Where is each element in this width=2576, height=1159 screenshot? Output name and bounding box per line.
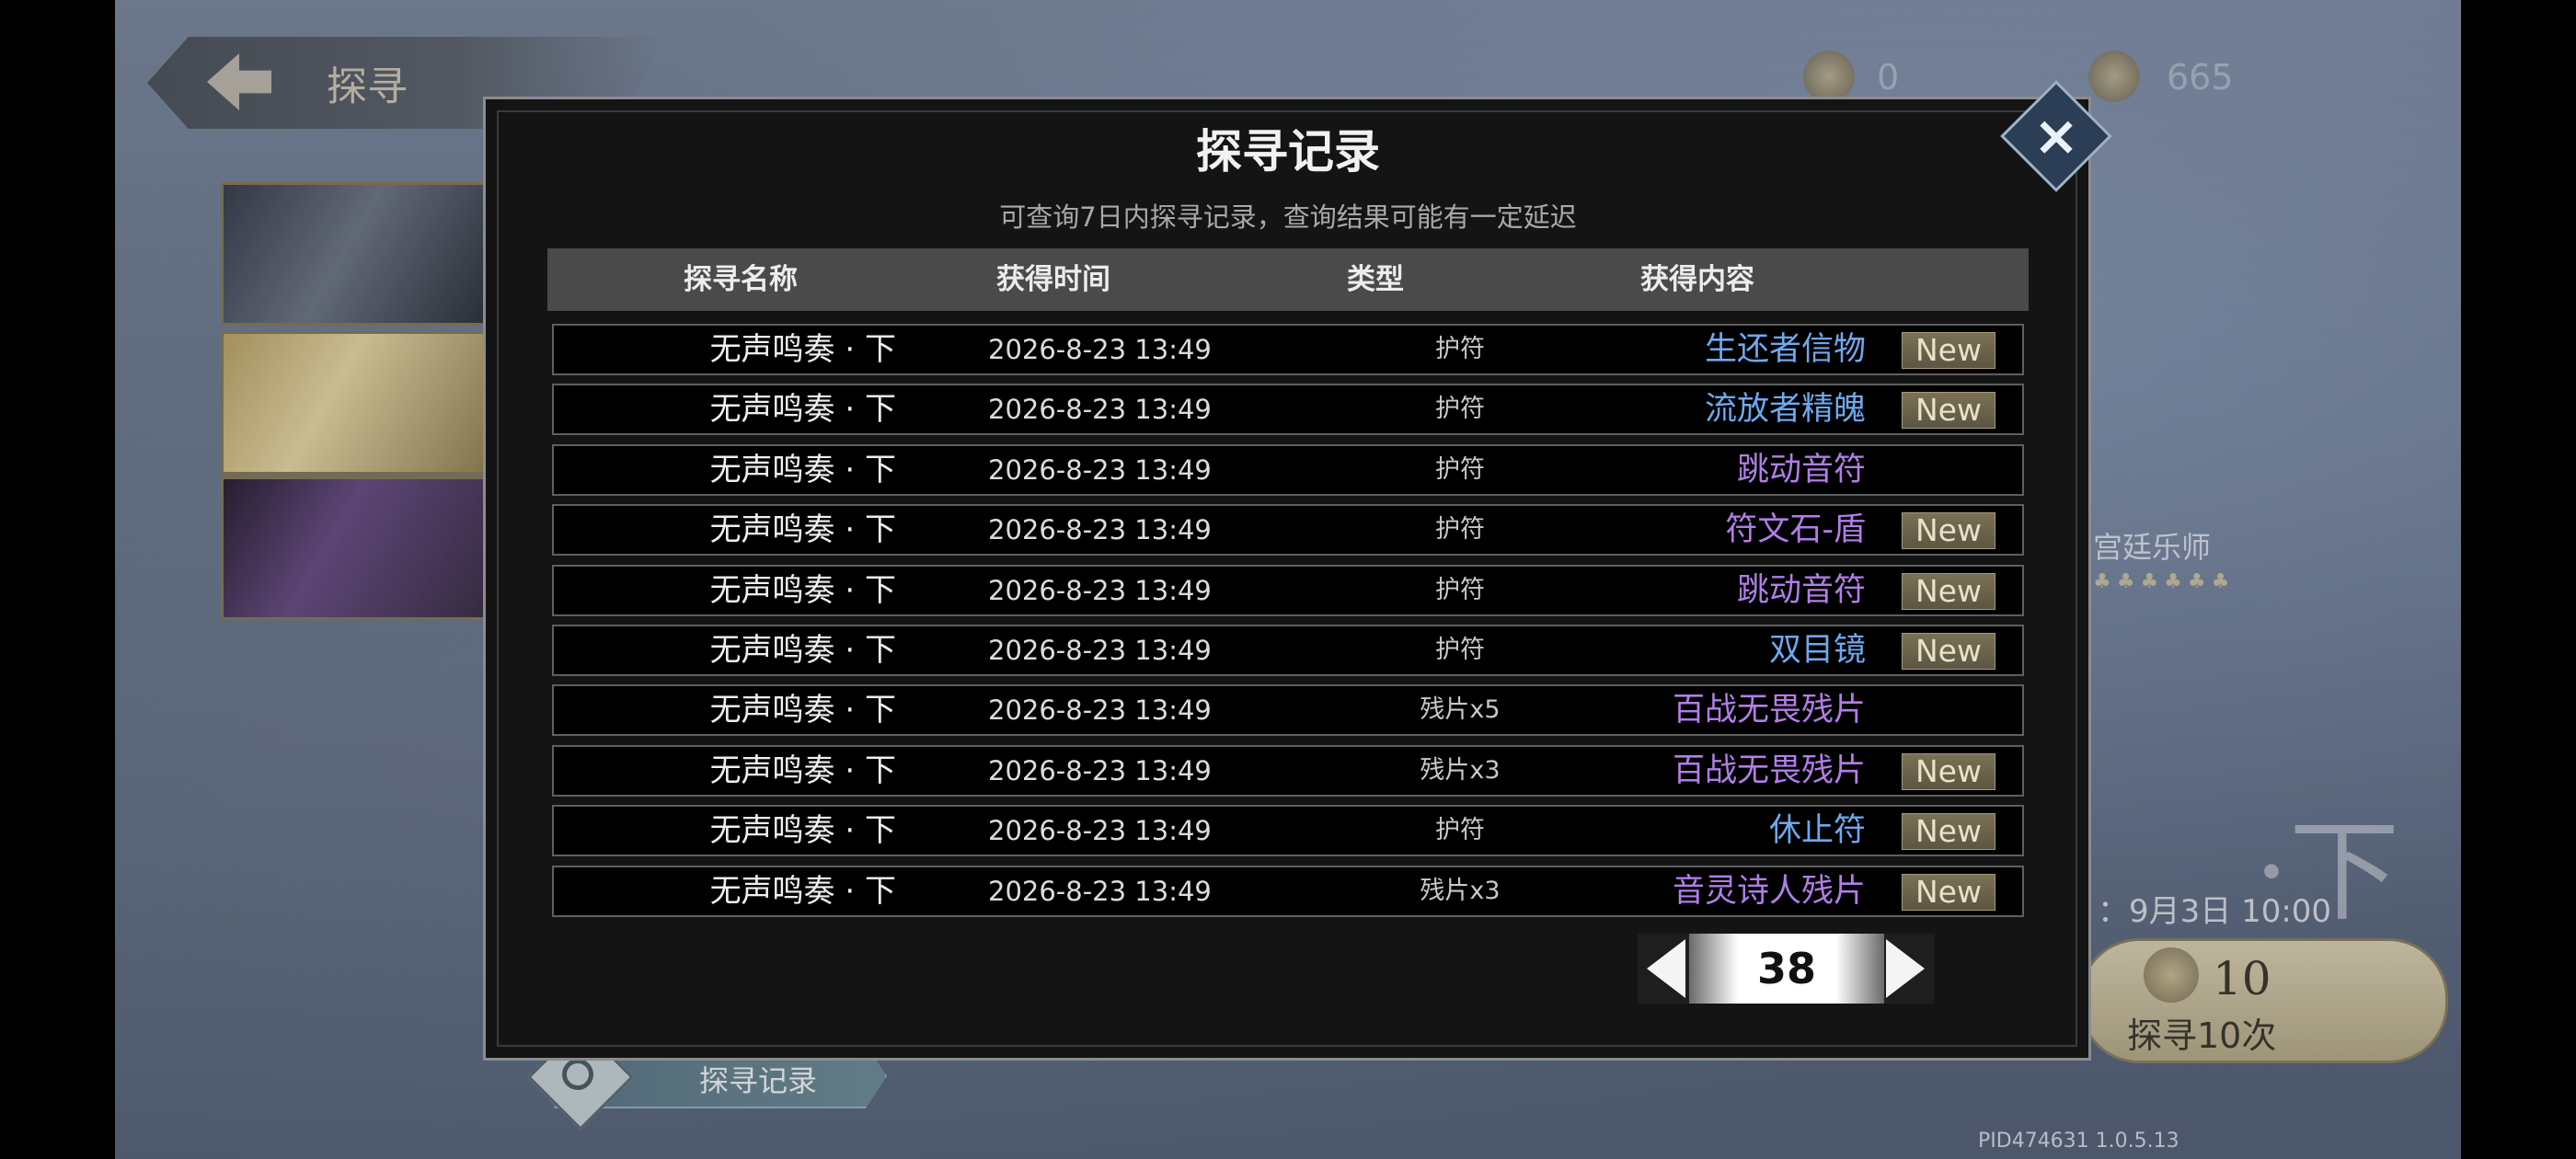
modal-subtitle: 可查询7日内探寻记录，查询结果可能有一定延迟 — [999, 201, 1577, 233]
row-name: 无声鸣奏 · 下 — [709, 692, 896, 729]
header-type: 类型 — [1347, 263, 1404, 296]
row-type: 残片x3 — [1420, 755, 1501, 785]
new-badge: New — [1902, 572, 1995, 610]
header-time: 获得时间 — [996, 263, 1110, 296]
row-time: 2026-8-23 13:49 — [988, 453, 1212, 486]
row-time: 2026-8-23 13:49 — [988, 394, 1212, 426]
row-content: 流放者精魄 — [1704, 391, 1866, 429]
row-type: 护符 — [1435, 816, 1485, 845]
table-row: 无声鸣奏 · 下 2026-8-23 13:49 护符 双目镜 New — [552, 624, 2024, 676]
row-type: 护符 — [1435, 395, 1485, 424]
row-content: 休止符 — [1768, 812, 1866, 850]
prev-page-icon[interactable] — [1647, 939, 1685, 998]
modal-title: 探寻记录 — [1196, 124, 1380, 178]
table-header: 探寻名称 获得时间 类型 获得内容 — [547, 248, 2029, 311]
table-row: 无声鸣奏 · 下 2026-8-23 13:49 护符 符文石-盾 New — [552, 504, 2024, 557]
table-row: 无声鸣奏 · 下 2026-8-23 13:49 残片x3 百战无畏残片 New — [552, 744, 2024, 797]
row-name: 无声鸣奏 · 下 — [709, 812, 896, 850]
row-name: 无声鸣奏 · 下 — [709, 331, 896, 368]
new-badge: New — [1902, 752, 1995, 790]
table-row: 无声鸣奏 · 下 2026-8-23 13:49 护符 跳动音符 — [552, 443, 2024, 496]
table-row: 无声鸣奏 · 下 2026-8-23 13:49 护符 跳动音符 New — [552, 564, 2024, 616]
table-row: 无声鸣奏 · 下 2026-8-23 13:49 护符 流放者精魄 New — [552, 384, 2024, 436]
table-row: 无声鸣奏 · 下 2026-8-23 13:49 护符 休止符 New — [552, 805, 2024, 857]
header-name: 探寻名称 — [684, 263, 798, 296]
header-content: 获得内容 — [1640, 263, 1754, 296]
row-name: 无声鸣奏 · 下 — [709, 391, 896, 429]
pager: 38 — [1638, 934, 1935, 1004]
row-content: 跳动音符 — [1736, 571, 1866, 609]
new-badge: New — [1902, 332, 1995, 369]
row-content: 音灵诗人残片 — [1672, 872, 1866, 910]
record-list: 无声鸣奏 · 下 2026-8-23 13:49 护符 生还者信物 New 无声鸣奏 · … — [552, 324, 2024, 925]
row-content: 符文石-盾 — [1725, 511, 1866, 549]
row-time: 2026-8-23 13:49 — [988, 694, 1212, 727]
row-time: 2026-8-23 13:49 — [988, 875, 1212, 907]
row-type: 护符 — [1435, 635, 1485, 664]
page-number: 38 — [1756, 944, 1816, 993]
row-time: 2026-8-23 13:49 — [988, 754, 1212, 786]
row-name: 无声鸣奏 · 下 — [709, 872, 896, 910]
row-type: 残片x3 — [1420, 876, 1501, 905]
row-type: 残片x5 — [1420, 695, 1501, 725]
new-badge: New — [1902, 813, 1995, 851]
row-content: 跳动音符 — [1736, 451, 1866, 488]
row-type: 护符 — [1435, 575, 1485, 604]
row-name: 无声鸣奏 · 下 — [709, 451, 896, 488]
row-time: 2026-8-23 13:49 — [988, 334, 1212, 365]
new-badge: New — [1902, 873, 1995, 911]
row-name: 无声鸣奏 · 下 — [709, 571, 896, 609]
row-content: 生还者信物 — [1704, 331, 1866, 368]
row-name: 无声鸣奏 · 下 — [709, 631, 896, 669]
row-time: 2026-8-23 13:49 — [988, 815, 1212, 847]
row-time: 2026-8-23 13:49 — [988, 514, 1212, 546]
row-type: 护符 — [1435, 335, 1485, 363]
row-content: 双目镜 — [1768, 631, 1866, 669]
row-type: 护符 — [1435, 515, 1485, 545]
table-row: 无声鸣奏 · 下 2026-8-23 13:49 护符 生还者信物 New — [552, 324, 2024, 375]
table-row: 无声鸣奏 · 下 2026-8-23 13:49 残片x3 音灵诗人残片 New — [552, 865, 2024, 917]
close-icon[interactable]: × — [2029, 99, 2084, 173]
new-badge: New — [1902, 632, 1995, 670]
row-content: 百战无畏残片 — [1672, 692, 1866, 729]
table-row: 无声鸣奏 · 下 2026-8-23 13:49 残片x5 百战无畏残片 — [552, 684, 2024, 737]
row-type: 护符 — [1435, 454, 1485, 484]
row-content: 百战无畏残片 — [1672, 752, 1866, 789]
new-badge: New — [1902, 512, 1995, 550]
next-page-icon[interactable] — [1886, 939, 1925, 998]
row-name: 无声鸣奏 · 下 — [709, 511, 896, 549]
new-badge: New — [1902, 392, 1995, 430]
row-time: 2026-8-23 13:49 — [988, 634, 1212, 666]
row-time: 2026-8-23 13:49 — [988, 574, 1212, 606]
row-name: 无声鸣奏 · 下 — [709, 752, 896, 789]
